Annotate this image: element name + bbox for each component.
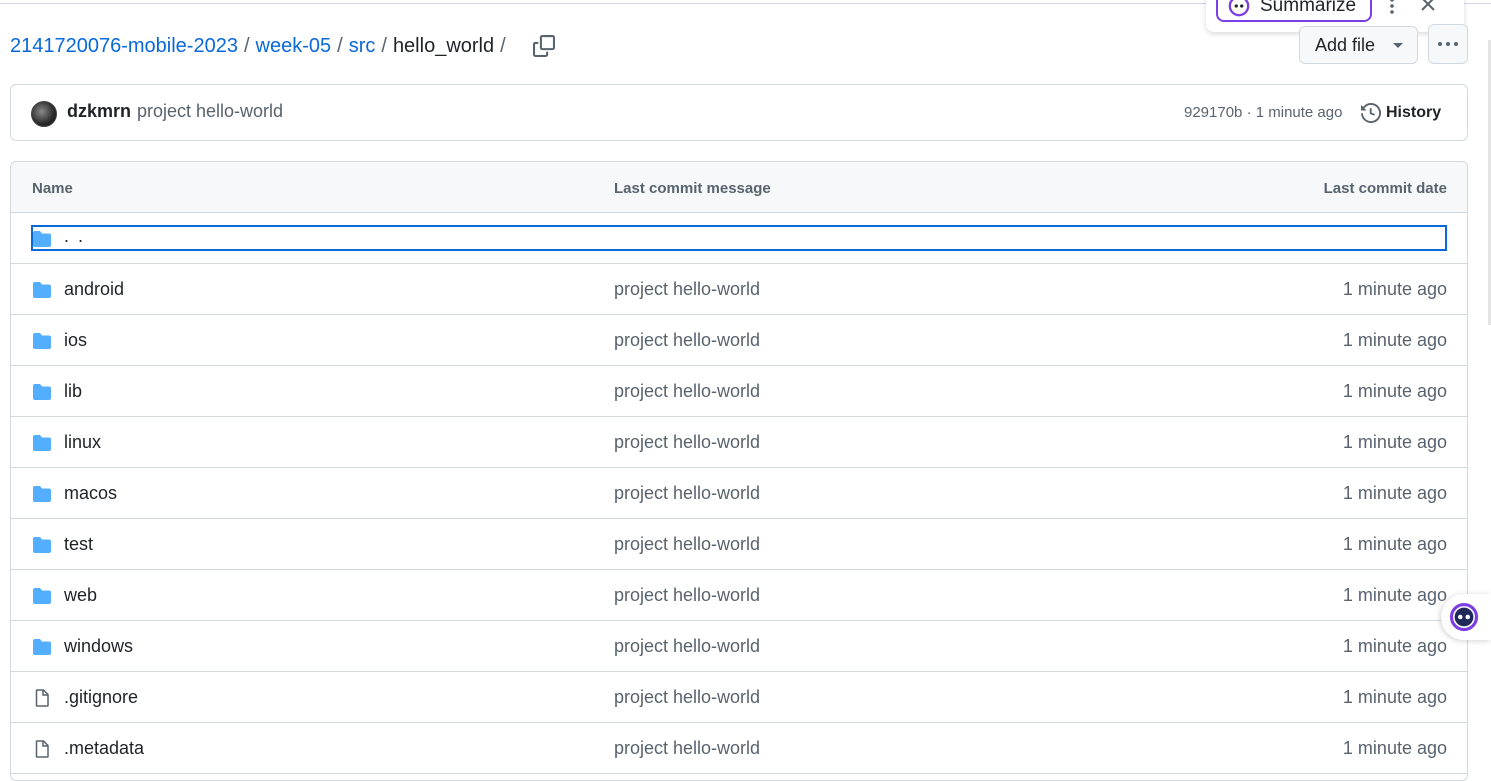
table-row[interactable]: .gitignore project hello-world 1 minute … (11, 672, 1467, 723)
ellipsis-icon (1438, 42, 1458, 46)
breadcrumb-week-link[interactable]: week-05 (256, 35, 332, 58)
commit-date: 1 minute ago (1342, 432, 1447, 452)
file-name-link[interactable]: test (64, 534, 93, 555)
column-header-name: Name (32, 180, 73, 197)
file-name-link[interactable]: lib (64, 381, 82, 402)
table-row[interactable]: web project hello-world 1 minute ago (11, 570, 1467, 621)
parent-directory-label: . . (64, 226, 86, 246)
table-row[interactable]: windows project hello-world 1 minute ago (11, 621, 1467, 672)
file-name-link[interactable]: linux (64, 432, 101, 453)
focus-outline (31, 225, 1447, 251)
table-row[interactable]: linux project hello-world 1 minute ago (11, 417, 1467, 468)
history-label: History (1386, 104, 1442, 121)
assistant-icon (1228, 0, 1250, 17)
commit-date: 1 minute ago (1342, 738, 1447, 758)
commit-date: 1 minute ago (1342, 381, 1447, 401)
latest-commit-bar: dzkmrn project hello-world 929170b · 1 m… (10, 84, 1468, 141)
breadcrumb: 2141720076-mobile-2023 / week-05 / src /… (10, 32, 556, 60)
commit-date: 1 minute ago (1342, 534, 1447, 554)
breadcrumb-repo-link[interactable]: 2141720076-mobile-2023 (10, 35, 238, 58)
commit-date: 1 minute ago (1342, 279, 1447, 299)
commit-date: 1 minute ago (1342, 585, 1447, 605)
commit-message-link[interactable]: project hello-world (614, 534, 760, 555)
folder-icon (33, 486, 51, 502)
file-name-link[interactable]: ios (64, 330, 87, 351)
table-row[interactable]: android project hello-world 1 minute ago (11, 264, 1467, 315)
commit-message-link[interactable]: project hello-world (137, 101, 283, 122)
breadcrumb-separator: / (500, 34, 506, 57)
breadcrumb-separator: / (243, 34, 250, 57)
breadcrumb-separator: / (337, 34, 343, 57)
file-icon (35, 689, 49, 707)
table-row[interactable]: .metadata project hello-world 1 minute a… (11, 723, 1467, 774)
commit-author-link[interactable]: dzkmrn (67, 101, 131, 122)
table-row[interactable]: lib project hello-world 1 minute ago (11, 366, 1467, 417)
breadcrumb-current: hello_world (392, 34, 495, 57)
column-header-date: Last commit date (1323, 180, 1447, 197)
folder-icon (33, 231, 51, 247)
history-link[interactable]: History (1361, 101, 1441, 125)
folder-icon (33, 435, 51, 451)
commit-message-link[interactable]: project hello-world (614, 279, 760, 300)
more-options-button[interactable] (1428, 24, 1468, 64)
commit-message-link[interactable]: project hello-world (614, 738, 760, 759)
folder-icon (33, 282, 51, 298)
commit-message-link[interactable]: project hello-world (614, 432, 760, 453)
file-name-link[interactable]: android (64, 279, 124, 300)
table-header: Name Last commit message Last commit dat… (11, 162, 1467, 213)
commit-message-link[interactable]: project hello-world (614, 483, 760, 504)
commit-message-link[interactable]: project hello-world (614, 381, 760, 402)
summarize-button[interactable]: Summarize (1216, 0, 1372, 22)
table-row[interactable]: ios project hello-world 1 minute ago (11, 315, 1467, 366)
folder-icon (33, 537, 51, 553)
folder-icon (33, 384, 51, 400)
file-name-link[interactable]: .metadata (64, 738, 144, 759)
column-header-message: Last commit message (614, 180, 771, 197)
copy-icon (532, 35, 555, 57)
table-row[interactable]: macos project hello-world 1 minute ago (11, 468, 1467, 519)
file-name-link[interactable]: windows (64, 636, 133, 657)
close-icon[interactable] (1416, 0, 1440, 18)
folder-icon (33, 639, 51, 655)
commit-message-link[interactable]: project hello-world (614, 330, 760, 351)
commit-hash-time[interactable]: 929170b · 1 minute ago (1184, 104, 1342, 121)
avatar[interactable] (31, 101, 57, 127)
commit-message-link[interactable]: project hello-world (614, 585, 760, 606)
file-name-link[interactable]: macos (64, 483, 117, 504)
file-name-link[interactable]: web (64, 585, 97, 606)
folder-icon (33, 333, 51, 349)
breadcrumb-separator: / (381, 34, 387, 57)
table-row[interactable]: test project hello-world 1 minute ago (11, 519, 1467, 570)
file-name-link[interactable]: .gitignore (64, 687, 138, 708)
parent-directory-row[interactable]: . . (11, 213, 1467, 264)
assistant-icon (1449, 602, 1479, 632)
chevron-down-icon (1393, 43, 1403, 48)
summarize-label: Summarize (1260, 0, 1357, 16)
history-icon (1361, 103, 1381, 123)
kebab-menu-icon[interactable] (1384, 0, 1400, 18)
commit-date: 1 minute ago (1342, 636, 1447, 656)
copy-path-button[interactable] (532, 34, 556, 58)
assistant-floating-button[interactable] (1441, 594, 1491, 640)
file-table: Name Last commit message Last commit dat… (10, 161, 1468, 781)
commit-message-link[interactable]: project hello-world (614, 687, 760, 708)
commit-date: 1 minute ago (1342, 687, 1447, 707)
add-file-button[interactable]: Add file (1299, 26, 1418, 64)
add-file-label: Add file (1315, 34, 1376, 55)
commit-message-link[interactable]: project hello-world (614, 636, 760, 657)
breadcrumb-src-link[interactable]: src (349, 35, 376, 58)
commit-date: 1 minute ago (1342, 483, 1447, 503)
file-icon (35, 740, 49, 758)
commit-date: 1 minute ago (1342, 330, 1447, 350)
folder-icon (33, 588, 51, 604)
